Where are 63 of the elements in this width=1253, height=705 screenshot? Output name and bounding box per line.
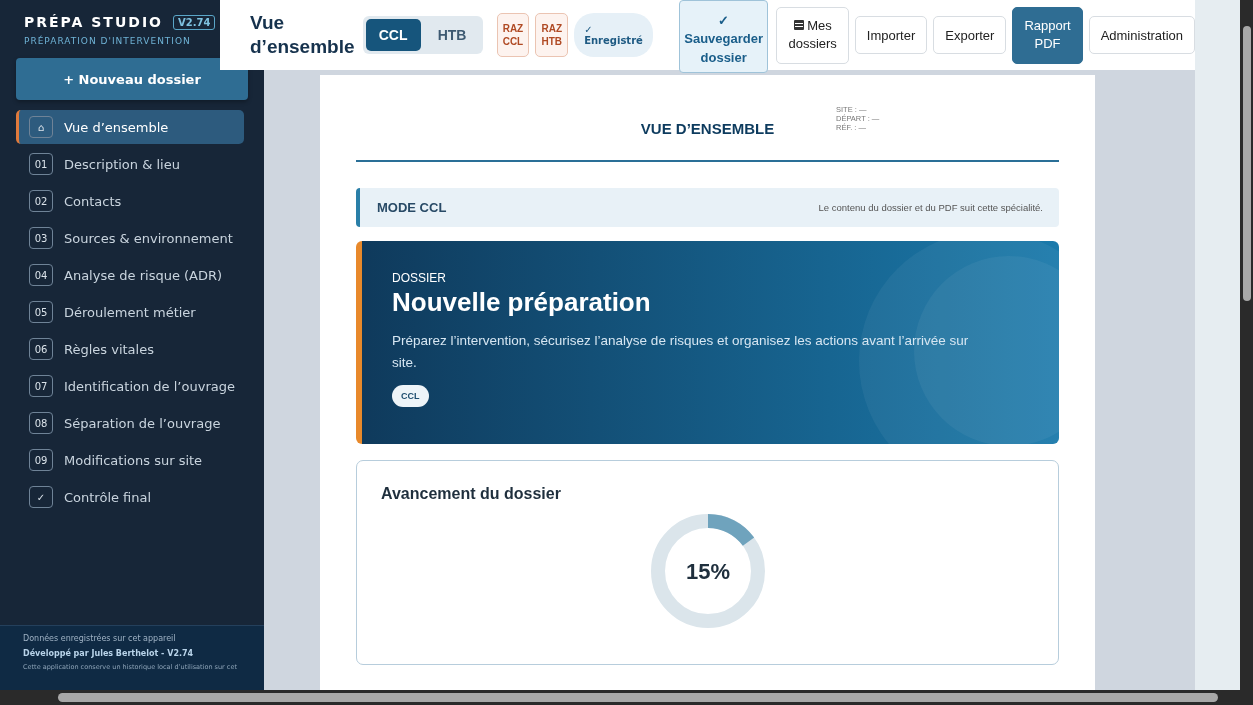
sidebar-label: Séparation de l’ouvrage	[64, 415, 221, 431]
step-badge: 06	[29, 338, 53, 360]
sidebar-item[interactable]: 07 Identification de l’ouvrage	[16, 369, 244, 403]
sidebar-item[interactable]: 09 Modifications sur site	[16, 443, 244, 477]
section-title: Vue d’ensemble	[250, 11, 355, 59]
saved-status: ✓ Enregistré	[574, 13, 653, 57]
sidebar-label: Identification de l’ouvrage	[64, 378, 235, 394]
sidebar-item[interactable]: 01 Description & lieu	[16, 147, 244, 181]
page-title: VUE D’ENSEMBLE	[640, 120, 775, 137]
sidebar-item[interactable]: 03 Sources & environnement	[16, 221, 244, 255]
step-badge: 05	[29, 301, 53, 323]
toolbar-button[interactable]: Importer	[854, 16, 928, 54]
credit-text: Développé par Jules Berthelot - V2.74	[23, 649, 195, 658]
storage-note: Données enregistrées sur cet appareil	[23, 634, 177, 643]
sidebar-item[interactable]: 08 Séparation de l’ouvrage	[16, 406, 244, 440]
hero-kicker: DOSSIER	[392, 271, 447, 285]
sidebar-item[interactable]: 05 Déroulement métier	[16, 295, 244, 329]
sidebar-label: Contrôle final	[64, 489, 152, 505]
step-badge: 03	[29, 227, 53, 249]
sidebar-item[interactable]: ✓ Contrôle final	[16, 480, 244, 514]
progress-title: Avancement du dossier	[381, 485, 562, 503]
step-badge: 08	[29, 412, 53, 434]
vertical-scrollbar[interactable]	[1240, 0, 1253, 690]
list-icon	[793, 19, 804, 30]
sidebar-item[interactable]: 02 Contacts	[16, 184, 244, 218]
hero-title: Nouvelle préparation	[392, 287, 652, 318]
mode-tab[interactable]: CCL	[365, 19, 421, 51]
new-folder-button[interactable]: + Nouveau dossier	[16, 58, 248, 100]
app-name: PRÉPA STUDIO	[24, 14, 164, 30]
sidebar-label: Sources & environnement	[64, 230, 233, 246]
hero-text: Préparez l’intervention, sécurisez l’analyse de risques et organisez les actions avant l’arrivée sur site.	[392, 332, 970, 372]
save-button[interactable]: ✓ Sauvegarder dossier	[678, 0, 769, 73]
app-subtitle: PRÉPARATION D'INTERVENTION	[23, 34, 192, 46]
toolbar-button[interactable]: Exporter	[933, 16, 1007, 54]
sidebar-label: Déroulement métier	[64, 304, 196, 320]
step-badge: 09	[29, 449, 53, 471]
sidebar-item[interactable]: 04 Analyse de risque (ADR)	[16, 258, 244, 292]
reset-button[interactable]: RAZ HTB	[535, 13, 569, 57]
sidebar-item[interactable]: 06 Règles vitales	[16, 332, 244, 366]
toolbar-button[interactable]: Administration	[1088, 16, 1195, 54]
step-badge: 01	[29, 153, 53, 175]
sidebar-label: Modifications sur site	[64, 452, 203, 468]
horizontal-scrollbar[interactable]	[0, 690, 1253, 705]
mode-tag: CCL	[392, 385, 429, 408]
step-badge: ✓	[29, 486, 53, 508]
step-badge: 02	[29, 190, 53, 212]
step-badge: 07	[29, 375, 53, 397]
sidebar-label: Règles vitales	[64, 341, 154, 357]
sidebar-item[interactable]: ⌂ Vue d’ensemble	[16, 110, 244, 144]
mode-label: MODE CCL	[377, 200, 447, 215]
step-badge: ⌂	[29, 116, 53, 138]
report-button[interactable]: Rapport PDF	[1012, 6, 1083, 64]
my-folders-button[interactable]: Mes dossiers	[776, 6, 849, 64]
reset-button[interactable]: RAZ CCL	[496, 13, 530, 57]
mode-tab[interactable]: HTB	[424, 19, 480, 51]
sidebar-label: Analyse de risque (ADR)	[64, 267, 223, 283]
mode-note: Le contenu du dossier et du PDF suit cette spécialité.	[818, 202, 1043, 213]
step-badge: 04	[29, 264, 53, 286]
version-badge: V2.74	[173, 14, 216, 30]
sidebar-label: Contacts	[64, 193, 122, 209]
sidebar-label: Description & lieu	[64, 156, 180, 172]
progress-reading: 15%	[685, 559, 730, 584]
sidebar-label: Vue d’ensemble	[64, 119, 169, 135]
